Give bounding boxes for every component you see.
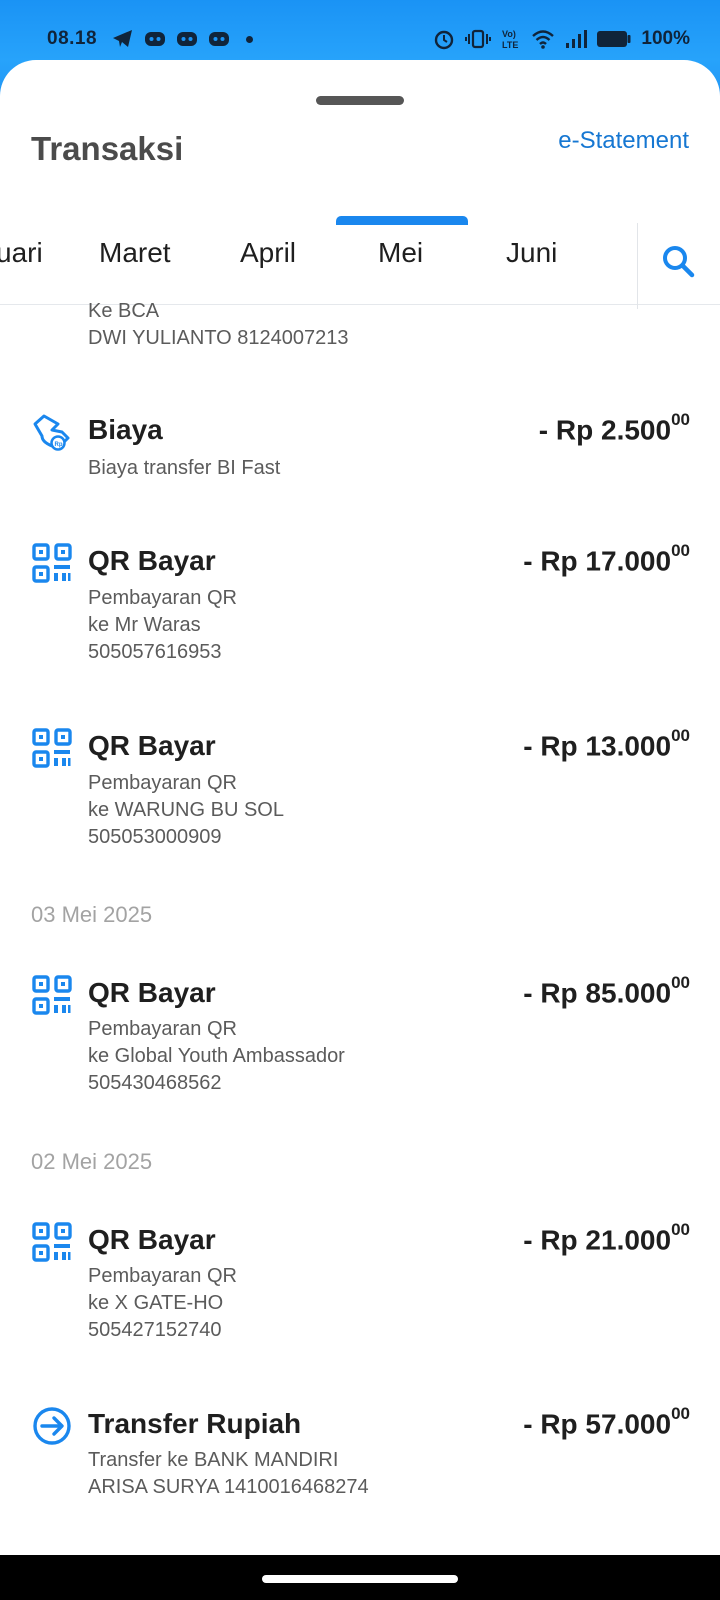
status-time: 08.18: [47, 28, 98, 49]
txn-title: QR Bayar: [88, 977, 216, 1008]
tab-mei[interactable]: Mei: [378, 237, 423, 269]
tab-januari[interactable]: uari: [0, 237, 43, 269]
signal-icon: [566, 30, 588, 48]
txn-amount: - Rp 17.00000: [523, 541, 690, 577]
dot-icon: [246, 35, 253, 43]
txn-amount: - Rp 2.50000: [538, 410, 690, 446]
amount-cents: 00: [671, 1404, 690, 1423]
txn-detail: ke Global Youth Ambassador: [88, 1045, 345, 1067]
discord-icon: [177, 32, 197, 46]
txn-title: Biaya: [88, 414, 163, 445]
txn-amount: - Rp 85.00000: [523, 973, 690, 1009]
amount-value: - Rp 57.000: [523, 1408, 672, 1440]
wifi-icon: [532, 30, 555, 49]
tabs-divider: [637, 223, 638, 309]
fee-icon: Rp: [33, 414, 70, 451]
txn-detail: Pembayaran QR: [88, 1265, 237, 1287]
txn-detail: DWI YULIANTO 8124007213: [88, 327, 349, 349]
amount-cents: 00: [671, 726, 690, 745]
svg-text:Rp: Rp: [55, 442, 63, 448]
txn-amount: - Rp 13.00000: [523, 726, 690, 762]
amount-cents: 00: [671, 1220, 690, 1239]
txn-detail: Pembayaran QR: [88, 587, 237, 609]
drag-handle[interactable]: [316, 96, 404, 105]
vibrate-icon: [465, 29, 492, 49]
amount-value: - Rp 17.000: [523, 545, 672, 577]
txn-title: Transfer Rupiah: [88, 1408, 302, 1439]
qr-icon: [32, 975, 72, 1015]
amount-cents: 00: [671, 410, 690, 429]
txn-detail: 505427152740: [88, 1319, 222, 1341]
page-title: Transaksi: [31, 130, 184, 167]
txn-detail: 505053000909: [88, 826, 222, 848]
discord-icon: [145, 32, 165, 46]
system-nav-bar: [0, 1555, 720, 1600]
alarm-icon: [435, 30, 454, 50]
amount-value: - Rp 21.000: [523, 1224, 672, 1256]
txn-amount: - Rp 21.00000: [523, 1220, 690, 1256]
tab-juni[interactable]: Juni: [506, 237, 557, 269]
txn-detail: Pembayaran QR: [88, 1018, 237, 1040]
amount-cents: 00: [671, 541, 690, 560]
txn-title: QR Bayar: [88, 1224, 216, 1255]
txn-detail: ke X GATE-HO: [88, 1292, 224, 1314]
svg-text:Vo): Vo): [502, 29, 516, 39]
txn-detail: Biaya transfer BI Fast: [88, 457, 281, 479]
svg-text:LTE: LTE: [502, 40, 518, 50]
txn-detail: Pembayaran QR: [88, 772, 237, 794]
transfer-icon: [33, 1407, 71, 1445]
notification-icons: [112, 29, 253, 49]
txn-amount: - Rp 57.00000: [523, 1404, 690, 1440]
txn-detail: 505057616953: [88, 641, 222, 663]
system-indicators: Vo) LTE 100%: [433, 28, 690, 50]
qr-icon: [32, 543, 72, 583]
amount-cents: 00: [671, 973, 690, 992]
date-header: 03 Mei 2025: [31, 902, 153, 927]
qr-icon: [32, 1222, 72, 1262]
amount-value: - Rp 13.000: [523, 730, 672, 762]
qr-icon: [32, 728, 72, 768]
telegram-icon: [113, 30, 132, 47]
estatement-link[interactable]: e-Statement: [558, 127, 689, 155]
search-icon[interactable]: [660, 243, 696, 279]
txn-detail: 505430468562: [88, 1072, 222, 1094]
volte-icon: Vo)LTE: [502, 29, 518, 50]
battery-icon: [597, 31, 631, 47]
tab-maret[interactable]: Maret: [99, 237, 171, 269]
txn-detail: ARISA SURYA 1410016468274: [88, 1476, 369, 1498]
tab-april[interactable]: April: [240, 237, 296, 269]
battery-percent: 100%: [641, 28, 690, 49]
amount-value: - Rp 2.500: [538, 414, 672, 446]
txn-detail: ke WARUNG BU SOL: [88, 799, 284, 821]
selected-tab-indicator: [336, 216, 468, 225]
date-header: 02 Mei 2025: [31, 1149, 153, 1174]
home-gesture-bar[interactable]: [262, 1575, 458, 1583]
txn-title: QR Bayar: [88, 730, 216, 761]
txn-title: QR Bayar: [88, 545, 216, 576]
txn-detail: Ke BCA: [88, 300, 160, 322]
txn-detail: ke Mr Waras: [88, 614, 201, 636]
amount-value: - Rp 85.000: [523, 977, 672, 1009]
txn-detail: Transfer ke BANK MANDIRI: [88, 1449, 339, 1471]
transactions-sheet: Transaksi e-Statement uari Maret April M…: [0, 60, 720, 1555]
discord-icon: [209, 32, 229, 46]
